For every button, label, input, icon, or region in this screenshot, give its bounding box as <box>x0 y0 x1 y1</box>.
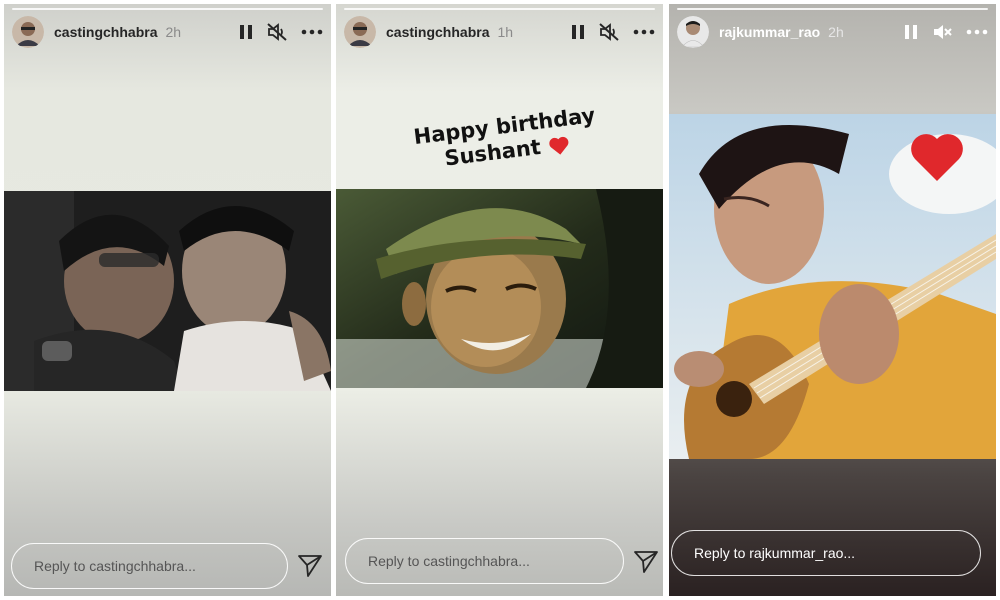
more-options-icon[interactable] <box>966 29 988 35</box>
story-panel-3: rajkummar_rao 2h Reply to rajkummar_rao.… <box>669 4 996 596</box>
story-header: castingchhabra 1h <box>344 15 655 49</box>
story-photo <box>669 114 996 459</box>
reply-input[interactable]: Reply to castingchhabra... <box>345 538 624 584</box>
story-time-ago: 1h <box>497 24 514 40</box>
story-username[interactable]: rajkummar_rao <box>719 24 820 40</box>
reply-placeholder: Reply to rajkummar_rao... <box>694 545 856 561</box>
story-time-ago: 2h <box>828 24 844 40</box>
pause-icon[interactable] <box>239 24 253 40</box>
more-options-icon[interactable] <box>633 29 655 35</box>
pause-icon[interactable] <box>904 24 918 40</box>
story-photo <box>4 191 331 391</box>
story-text-sticker[interactable]: Happy birthday Sushant <box>404 102 609 176</box>
story-username[interactable]: castingchhabra <box>54 24 157 40</box>
story-progress-bar <box>677 8 988 10</box>
pause-icon[interactable] <box>571 24 585 40</box>
send-icon[interactable] <box>633 550 659 579</box>
volume-muted-icon[interactable] <box>932 23 952 41</box>
reply-input[interactable]: Reply to rajkummar_rao... <box>671 530 981 576</box>
story-time-ago: 2h <box>165 24 182 40</box>
avatar[interactable] <box>12 16 44 48</box>
send-icon[interactable] <box>297 554 323 583</box>
avatar[interactable] <box>344 16 376 48</box>
story-progress-bar <box>12 8 323 10</box>
story-header: castingchhabra 2h <box>12 15 323 49</box>
reply-input[interactable]: Reply to castingchhabra... <box>11 543 288 589</box>
reply-placeholder: Reply to castingchhabra... <box>368 553 530 569</box>
volume-muted-icon[interactable] <box>267 23 287 41</box>
story-panel-1: castingchhabra 2h Reply to castingchhabr… <box>4 4 331 596</box>
avatar[interactable] <box>677 16 709 48</box>
story-username[interactable]: castingchhabra <box>386 24 489 40</box>
story-panel-2: castingchhabra 1h Happy birthday Sushant <box>336 4 663 596</box>
heart-icon <box>549 136 569 155</box>
more-options-icon[interactable] <box>301 29 323 35</box>
story-photo <box>336 189 663 388</box>
volume-muted-icon[interactable] <box>599 23 619 41</box>
reply-placeholder: Reply to castingchhabra... <box>34 558 196 574</box>
story-header: rajkummar_rao 2h <box>677 15 988 49</box>
story-progress-bar <box>344 8 655 10</box>
